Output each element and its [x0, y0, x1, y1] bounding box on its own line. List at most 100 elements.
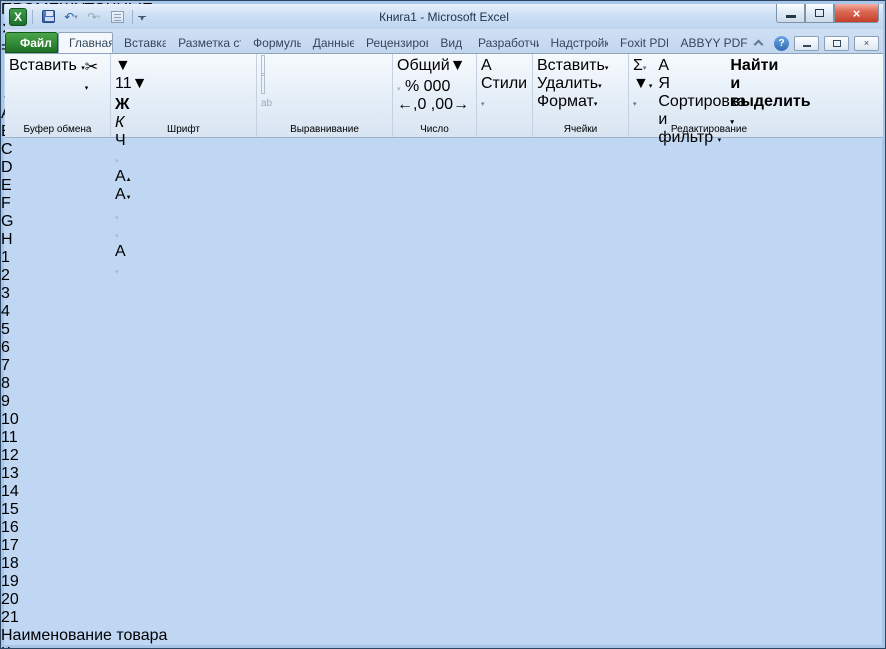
group-label: Редактирование — [670, 124, 748, 135]
row-header-5[interactable]: 5 — [1, 321, 885, 339]
delete-cells-button[interactable]: Удалить▾ — [537, 75, 624, 93]
ribbon-tab-row: ФайлГлавнаяВставкаРазметка стрФормулыДан… — [5, 29, 883, 53]
clear-button[interactable]: ▾ — [633, 93, 652, 111]
quick-access-toolbar: X ↶ ▾ ↷ ▾ ▾ — [5, 7, 146, 26]
group-label: Шрифт — [167, 124, 200, 135]
workbook-close-button[interactable]: × — [854, 35, 879, 51]
close-button[interactable]: × — [834, 4, 879, 23]
cell-B1-qty-header[interactable]: Количество — [1, 645, 885, 648]
wrap-text-icon[interactable]: ab — [261, 98, 272, 109]
row-header-14[interactable]: 14 — [1, 483, 885, 501]
row-header-6[interactable]: 6 — [1, 339, 885, 357]
row-header-12[interactable]: 12 — [1, 447, 885, 465]
row-header-9[interactable]: 9 — [1, 393, 885, 411]
cut-icon: ✂ — [84, 59, 99, 76]
tab-вид[interactable]: Вид — [429, 32, 467, 53]
row-header-10[interactable]: 10 — [1, 411, 885, 429]
group-label: Буфер обмена — [23, 124, 92, 135]
separator — [32, 9, 33, 24]
close-icon: × — [852, 5, 861, 21]
cut-button[interactable]: ✂ — [85, 57, 98, 77]
group-styles: A Стили ▾ — [477, 54, 533, 137]
collapse-ribbon-button[interactable] — [747, 35, 769, 51]
excel-window: X ↶ ▾ ↷ ▾ ▾ Книга1 - Microsoft Excel × Фай… — [0, 0, 886, 649]
group-number: Общий▼ ▾ % 000 ←,0 ,00→ Число — [393, 54, 477, 137]
font-size-combobox[interactable]: 11▼ — [115, 75, 153, 93]
title-bar: X ↶ ▾ ↷ ▾ ▾ Книга1 - Microsoft Excel × — [5, 4, 883, 29]
customize-qat-button[interactable]: ▾ — [138, 13, 146, 22]
autosum-button[interactable]: Σ▾ — [633, 57, 652, 75]
bold-button[interactable]: Ж — [115, 96, 252, 114]
close-icon: × — [863, 38, 870, 48]
group-editing: Σ▾ ▼▾ ▾ AЯ Сортировка и фильтр ▾ Найти и… — [629, 54, 811, 146]
tab-формулы[interactable]: Формулы — [242, 32, 302, 53]
percent-style-button[interactable]: % — [405, 78, 419, 95]
font-name-combobox[interactable]: ▼ — [115, 57, 215, 75]
comma-style-button[interactable]: 000 — [424, 78, 451, 95]
row-header-11[interactable]: 11 — [1, 429, 885, 447]
paste-button[interactable]: Вставить ▾ — [9, 57, 85, 95]
row-header-15[interactable]: 15 — [1, 501, 885, 519]
grow-font-button[interactable]: А▲ — [115, 168, 252, 186]
row-header-16[interactable]: 16 — [1, 519, 885, 537]
tab-разметка-стр[interactable]: Разметка стр — [167, 32, 242, 53]
sort-filter-icon: AЯ — [658, 57, 670, 92]
ribbon-right-controls: ? × — [747, 35, 879, 51]
group-clipboard: Вставить ▾ ✂ ▾ Буфер обмена — [5, 54, 111, 137]
group-label: Выравнивание — [290, 124, 359, 135]
separator — [132, 9, 133, 24]
sigma-icon: Σ — [633, 57, 643, 74]
save-icon — [41, 10, 55, 23]
cell-A1-name-header[interactable]: Наименование товара — [1, 627, 885, 645]
row-header-8[interactable]: 8 — [1, 375, 885, 393]
tab-разработчик[interactable]: Разработчик — [467, 32, 539, 53]
row-header-20[interactable]: 20 — [1, 591, 885, 609]
restore-icon — [815, 9, 824, 17]
group-cells: Вставить▾ Удалить▾ Формат▾ Ячейки — [533, 54, 629, 137]
increase-decimal-button[interactable]: ←,0 — [397, 96, 426, 113]
row-header-19[interactable]: 19 — [1, 573, 885, 591]
workbook-minimize-button[interactable] — [794, 35, 819, 51]
tab-вставка[interactable]: Вставка — [113, 32, 167, 53]
insert-cells-button[interactable]: Вставить▾ — [537, 57, 624, 75]
decrease-decimal-button[interactable]: ,00→ — [431, 96, 469, 113]
tab-file[interactable]: Файл — [5, 32, 59, 53]
redo-button[interactable]: ↷ ▾ — [84, 8, 104, 26]
styles-button[interactable]: A Стили ▾ — [481, 57, 528, 111]
copy-button[interactable]: ▾ — [85, 77, 98, 95]
save-button[interactable] — [38, 8, 58, 26]
window-controls: × — [776, 4, 879, 23]
row-header-21[interactable]: 21 — [1, 609, 885, 627]
chevron-up-icon — [753, 39, 763, 50]
number-format-combobox[interactable]: Общий▼ — [397, 57, 471, 75]
workbook-restore-button[interactable] — [824, 35, 849, 51]
shrink-font-button[interactable]: А▼ — [115, 186, 252, 204]
restore-button[interactable] — [805, 4, 834, 23]
help-button[interactable]: ? — [774, 35, 789, 51]
row-header-18[interactable]: 18 — [1, 555, 885, 573]
tab-главная[interactable]: Главная — [58, 32, 113, 53]
row-header-3[interactable]: 3 — [1, 285, 885, 303]
row-header-13[interactable]: 13 — [1, 465, 885, 483]
fill-button[interactable]: ▼▾ — [633, 75, 652, 93]
minimize-button[interactable] — [776, 4, 805, 23]
ribbon: Вставить ▾ ✂ ▾ Буфер обмена ▼ 11▼ Ж К Ч — [5, 53, 883, 276]
format-cells-button[interactable]: Формат▾ — [537, 93, 624, 111]
row-header-7[interactable]: 7 — [1, 357, 885, 375]
merge-center-icon[interactable] — [261, 73, 265, 94]
undo-button[interactable]: ↶ ▾ — [61, 8, 81, 26]
tab-abbyy-pdf-tr[interactable]: ABBYY PDF Tr — [669, 32, 750, 53]
tab-рецензирова[interactable]: Рецензирова — [355, 32, 429, 53]
styles-icon: A — [481, 57, 491, 74]
tab-данные[interactable]: Данные — [302, 32, 355, 53]
font-color-button[interactable]: A — [115, 243, 252, 261]
quick-grid-button[interactable] — [107, 8, 127, 26]
group-label: Число — [420, 124, 449, 135]
row-header-17[interactable]: 17 — [1, 537, 885, 555]
tab-надстройки[interactable]: Надстройки — [540, 32, 609, 53]
minimize-icon — [785, 14, 796, 18]
excel-logo-icon[interactable]: X — [9, 7, 27, 26]
row-header-4[interactable]: 4 — [1, 303, 885, 321]
fill-down-icon: ▼ — [633, 75, 649, 92]
tab-foxit-pdf[interactable]: Foxit PDF — [609, 32, 669, 53]
